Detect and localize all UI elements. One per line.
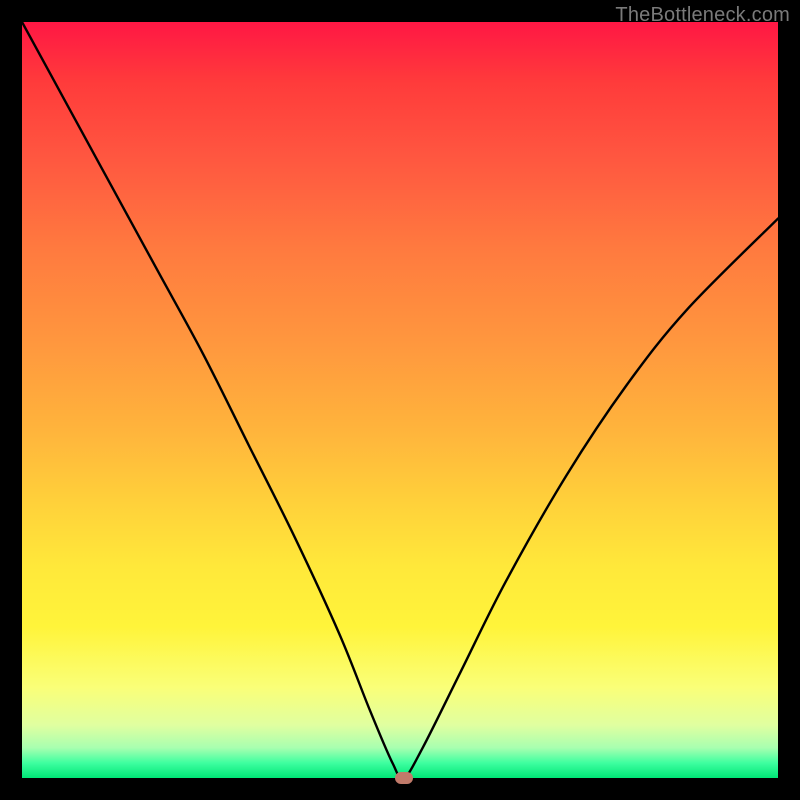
bottleneck-curve xyxy=(22,22,778,778)
chart-frame: TheBottleneck.com xyxy=(0,0,800,800)
watermark-text: TheBottleneck.com xyxy=(615,4,790,27)
optimal-marker xyxy=(395,772,413,784)
plot-area xyxy=(22,22,778,778)
curve-svg xyxy=(22,22,778,778)
